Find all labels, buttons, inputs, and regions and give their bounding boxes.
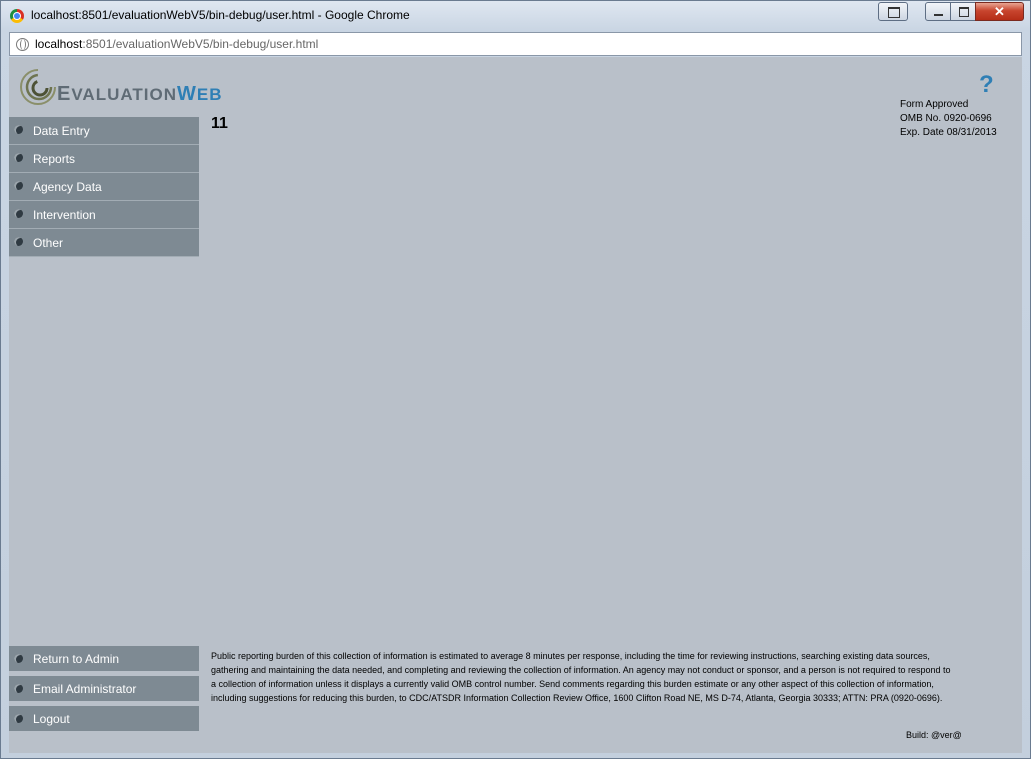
form-approval-info: Form Approved OMB No. 0920-0696 Exp. Dat…	[900, 99, 997, 138]
swirl-bullet-icon	[14, 209, 23, 218]
swirl-bullet-icon	[14, 181, 23, 190]
nav-item-other[interactable]: Other	[9, 229, 199, 257]
minimize-button[interactable]	[925, 2, 951, 21]
nav-item-intervention[interactable]: Intervention	[9, 201, 199, 229]
maximize-button[interactable]	[950, 2, 976, 21]
main-nav: Data Entry Reports Agency Data Intervent…	[9, 117, 199, 257]
window-switch-icon	[888, 7, 900, 18]
nav-item-agency-data[interactable]: Agency Data	[9, 173, 199, 201]
swirl-bullet-icon	[14, 714, 23, 723]
swirl-bullet-icon	[14, 237, 23, 246]
swirl-bullet-icon	[14, 153, 23, 162]
maximize-icon	[959, 7, 969, 17]
chrome-icon	[10, 9, 24, 23]
address-bar[interactable]: localhost:8501/evaluationWebV5/bin-debug…	[9, 32, 1022, 56]
build-info: Build: @ver@	[906, 730, 962, 740]
url-text[interactable]: localhost:8501/evaluationWebV5/bin-debug…	[35, 37, 318, 51]
globe-icon	[16, 38, 29, 51]
close-button[interactable]: ✕	[975, 2, 1024, 21]
nav-item-data-entry[interactable]: Data Entry	[9, 117, 199, 145]
logo-wordmark: EVALUATIONWEB	[57, 83, 223, 105]
swirl-bullet-icon	[14, 684, 23, 693]
burden-statement: Public reporting burden of this collecti…	[211, 651, 951, 703]
swirl-logo-icon	[20, 69, 56, 105]
help-icon[interactable]: ?	[979, 71, 994, 99]
content-value: 11	[211, 115, 228, 132]
email-administrator-button[interactable]: Email Administrator	[9, 676, 199, 701]
browser-window: localhost:8501/evaluationWebV5/bin-debug…	[0, 0, 1031, 759]
close-icon: ✕	[994, 4, 1005, 19]
minimize-icon	[934, 14, 943, 16]
return-to-admin-button[interactable]: Return to Admin	[9, 646, 199, 671]
swirl-bullet-icon	[14, 654, 23, 663]
window-switch-button[interactable]	[878, 2, 908, 21]
evaluationweb-logo[interactable]: EVALUATIONWEB	[18, 66, 233, 106]
window-title: localhost:8501/evaluationWebV5/bin-debug…	[31, 8, 410, 22]
page-content: EVALUATIONWEB ? Form Approved OMB No. 09…	[9, 57, 1022, 753]
logout-button[interactable]: Logout	[9, 706, 199, 731]
nav-item-reports[interactable]: Reports	[9, 145, 199, 173]
swirl-bullet-icon	[14, 125, 23, 134]
title-bar: localhost:8501/evaluationWebV5/bin-debug…	[1, 1, 1030, 29]
bottom-nav: Return to Admin Email Administrator Logo…	[9, 646, 199, 736]
